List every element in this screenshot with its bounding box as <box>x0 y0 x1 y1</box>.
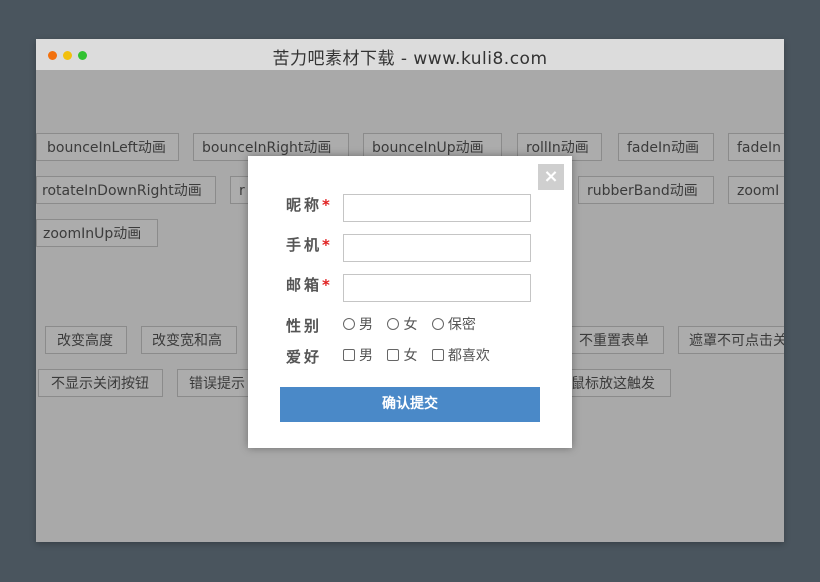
gender-option-secret[interactable]: 保密 <box>431 314 476 334</box>
nickname-label: 昵称* <box>286 194 336 215</box>
checkbox[interactable] <box>343 349 355 361</box>
hobby-option-male[interactable]: 男 <box>343 345 373 365</box>
gender-option-label: 保密 <box>447 317 476 333</box>
radio-button[interactable] <box>431 318 444 330</box>
gender-label: 性别 <box>286 317 323 335</box>
nickname-label-text: 昵称 <box>286 196 323 214</box>
email-input[interactable] <box>343 274 531 302</box>
gender-option-male[interactable]: 男 <box>343 314 373 334</box>
hobby-option-all[interactable]: 都喜欢 <box>431 345 490 365</box>
gender-option-female[interactable]: 女 <box>387 314 417 334</box>
title-bar: 苦力吧素材下载 - www.kuli8.com <box>36 39 784 70</box>
gender-option-label: 男 <box>359 317 373 333</box>
hobby-option-female[interactable]: 女 <box>387 345 417 365</box>
nickname-input[interactable] <box>343 194 531 222</box>
hobby-label: 爱好 <box>286 348 323 366</box>
form-dialog: × 昵称* 手机* 邮箱* 性别 男 女 保密 爱好 男 女 都喜欢 确认提交 <box>248 156 572 448</box>
required-mark: * <box>322 196 333 214</box>
browser-window: 苦力吧素材下载 - www.kuli8.com bounceInLeft动画 b… <box>36 39 784 542</box>
phone-label: 手机* <box>286 234 336 255</box>
checkbox[interactable] <box>431 349 444 361</box>
phone-input[interactable] <box>343 234 531 262</box>
close-icon[interactable]: × <box>538 164 564 190</box>
required-mark: * <box>322 276 333 294</box>
gender-options: 男 女 保密 <box>343 314 486 334</box>
hobby-option-label: 男 <box>359 348 373 364</box>
email-label-text: 邮箱 <box>286 276 323 294</box>
hobby-options: 男 女 都喜欢 <box>343 345 500 365</box>
window-title: 苦力吧素材下载 - www.kuli8.com <box>272 49 548 69</box>
gender-option-label: 女 <box>403 317 418 333</box>
hobby-option-label: 都喜欢 <box>447 348 490 364</box>
required-mark: * <box>322 236 333 254</box>
submit-button[interactable]: 确认提交 <box>280 387 540 422</box>
hobby-option-label: 女 <box>403 348 418 364</box>
phone-label-text: 手机 <box>286 236 323 254</box>
radio-button[interactable] <box>343 318 355 330</box>
email-label: 邮箱* <box>286 274 336 295</box>
radio-button[interactable] <box>387 318 400 330</box>
checkbox[interactable] <box>387 349 400 361</box>
